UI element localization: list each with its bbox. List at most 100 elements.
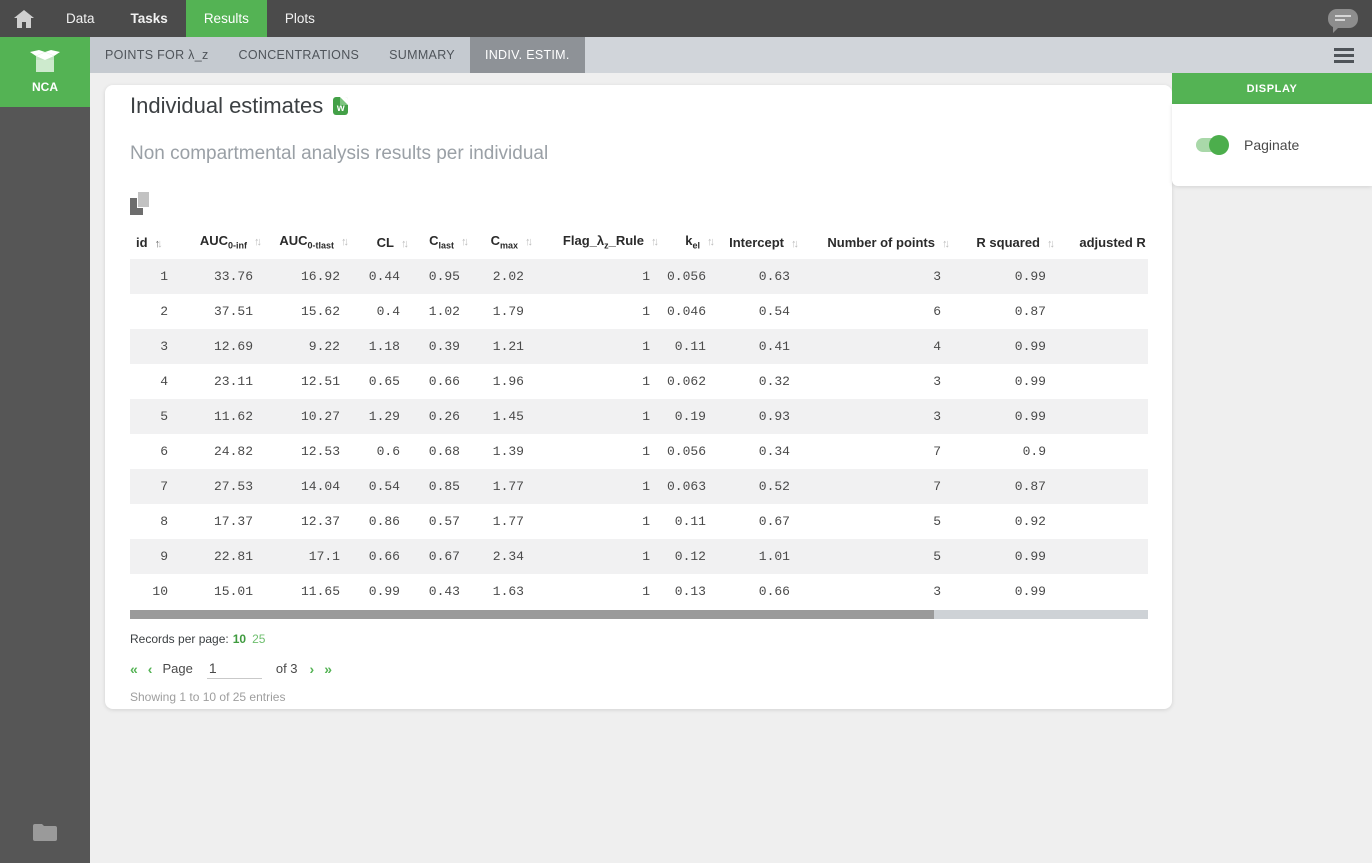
column-header-r-squared[interactable]: R squared ↑ ↓	[953, 225, 1058, 259]
table-cell: 15.62	[300, 304, 340, 319]
table-cell: 0.056	[666, 269, 706, 284]
sidebar-item-nca[interactable]: NCA	[0, 37, 90, 107]
nav-item-results[interactable]: Results	[185, 0, 267, 37]
column-header-flag-z-rule[interactable]: Flag_λz_Rule ↑ ↓	[536, 225, 662, 259]
table-cell: 0.63	[758, 269, 790, 284]
page-title: Individual estimates	[130, 93, 324, 118]
showing-entries-label: Showing 1 to 10 of 25 entries	[130, 690, 286, 704]
sort-icon[interactable]: ↑ ↓	[525, 236, 533, 248]
sort-icon[interactable]: ↑ ↓	[401, 238, 409, 250]
horizontal-scrollbar[interactable]	[130, 610, 1148, 619]
table-cell: 0.056	[666, 444, 706, 459]
scrollbar-thumb[interactable]	[130, 610, 935, 619]
table-cell: 17.1	[308, 549, 340, 564]
table-cell	[1058, 294, 1148, 329]
table-cell: 0.44	[368, 269, 400, 284]
table-cell: 3	[933, 269, 941, 284]
table-cell: 0.99	[1014, 409, 1046, 424]
table-cell: 12.51	[300, 374, 340, 389]
table-row: 6 24.82 12.53 0.6 0.68 1.39 1 0.056 0.34 7 0.9	[130, 434, 1148, 469]
sort-icon[interactable]: ↑ ↓	[791, 238, 799, 250]
copy-table-button[interactable]	[130, 191, 152, 215]
home-icon	[14, 9, 34, 28]
tab-indiv-estim[interactable]: INDIV. ESTIM.	[469, 37, 585, 73]
table-cell: 0.99	[1014, 269, 1046, 284]
page-number-input[interactable]	[206, 658, 262, 679]
table-cell: 6	[933, 304, 941, 319]
estimates-table-wrapper: id ↑ ↓ AUC0-inf ↑ ↓ AUC0-tlast ↑ ↓ CL ↑ ↓ Clast ↑ ↓ Cma…	[130, 225, 1148, 609]
paginate-toggle-label: Paginate	[1244, 137, 1300, 153]
chat-bubble-icon	[1328, 9, 1358, 33]
table-cell: 3	[933, 374, 941, 389]
table-cell: 5	[933, 514, 941, 529]
table-row: 10 15.01 11.65 0.99 0.43 1.63 1 0.13 0.66 3 0.99	[130, 574, 1148, 609]
column-header-cmax[interactable]: Cmax ↑ ↓	[472, 225, 536, 259]
table-cell: 1	[642, 479, 650, 494]
sort-icon[interactable]: ↑ ↓	[1047, 238, 1055, 250]
table-cell: 1.96	[492, 374, 524, 389]
column-header-auc0-inf[interactable]: AUC0-inf ↑ ↓	[180, 225, 265, 259]
column-header-intercept[interactable]: Intercept ↑ ↓	[718, 225, 802, 259]
column-header-clast[interactable]: Clast ↑ ↓	[412, 225, 472, 259]
nav-item-data[interactable]: Data	[48, 0, 113, 37]
paginate-toggle[interactable]	[1196, 135, 1229, 155]
sort-icon[interactable]: ↑ ↓	[707, 236, 715, 248]
table-cell: 16.92	[300, 269, 340, 284]
prev-page-button[interactable]: ‹	[148, 661, 153, 677]
column-header-number-of-points[interactable]: Number of points ↑ ↓	[802, 225, 953, 259]
records-option-10[interactable]: 10	[233, 632, 246, 646]
table-cell: 0.54	[758, 304, 790, 319]
sort-icon[interactable]: ↑ ↓	[942, 238, 950, 250]
sort-icon[interactable]: ↑ ↓	[254, 236, 262, 248]
table-cell: 15.01	[213, 584, 253, 599]
table-cell: 9	[160, 549, 168, 564]
table-cell: 0.52	[758, 479, 790, 494]
table-cell: 0.41	[758, 339, 790, 354]
table-cell: 1.77	[492, 514, 524, 529]
tab-concentrations[interactable]: CONCENTRATIONS	[224, 37, 375, 73]
first-page-button[interactable]: «	[130, 661, 138, 677]
main-content: Individual estimates w Non compartmental…	[90, 73, 1372, 863]
export-doc-button[interactable]: w	[333, 97, 349, 115]
column-header-auc0-tlast[interactable]: AUC0-tlast ↑ ↓	[265, 225, 352, 259]
sort-icon[interactable]: ↑ ↓	[651, 236, 659, 248]
table-cell: 1.02	[428, 304, 460, 319]
table-cell: 1	[642, 304, 650, 319]
tab-summary[interactable]: SUMMARY	[374, 37, 470, 73]
table-cell: 12.69	[213, 339, 253, 354]
column-header-adjusted-r-squared[interactable]: adjusted R squared↑↓	[1058, 225, 1148, 259]
column-header-cl[interactable]: CL ↑ ↓	[352, 225, 412, 259]
home-button[interactable]	[0, 0, 48, 37]
column-header-id[interactable]: id ↑ ↓	[130, 225, 180, 259]
table-cell: 0.67	[428, 549, 460, 564]
project-name: NCA	[32, 80, 58, 94]
nav-item-plots[interactable]: Plots	[267, 0, 333, 37]
table-cell: 37.51	[213, 304, 253, 319]
table-cell: 1.18	[368, 339, 400, 354]
table-cell: 0.9	[1022, 444, 1046, 459]
project-folder-button[interactable]	[0, 809, 90, 855]
next-page-button[interactable]: ›	[310, 661, 315, 677]
table-cell: 23.11	[213, 374, 253, 389]
table-cell: 7	[160, 479, 168, 494]
top-nav-bar: Data Tasks Results Plots	[0, 0, 1372, 37]
table-cell: 17.37	[213, 514, 253, 529]
table-row: 7 27.53 14.04 0.54 0.85 1.77 1 0.063 0.52 7 0.87	[130, 469, 1148, 504]
table-cell: 1	[642, 514, 650, 529]
sort-icon[interactable]: ↑ ↓	[461, 236, 469, 248]
column-header-kel[interactable]: kel ↑ ↓	[662, 225, 718, 259]
table-cell: 1.45	[492, 409, 524, 424]
table-cell: 1.77	[492, 479, 524, 494]
tab-points-for-lambda-z[interactable]: POINTS FOR λ_z	[90, 37, 224, 73]
records-option-25[interactable]: 25	[252, 632, 265, 646]
nav-item-tasks[interactable]: Tasks	[113, 0, 186, 37]
feedback-button[interactable]	[1314, 0, 1372, 37]
tab-group: POINTS FOR λ_z CONCENTRATIONS SUMMARY IN…	[90, 37, 585, 73]
table-cell: 0.95	[428, 269, 460, 284]
table-cell: 24.82	[213, 444, 253, 459]
last-page-button[interactable]: »	[324, 661, 332, 677]
sort-icon[interactable]: ↑ ↓	[155, 238, 163, 250]
menu-button[interactable]	[1316, 37, 1372, 73]
sort-icon[interactable]: ↑ ↓	[341, 236, 349, 248]
